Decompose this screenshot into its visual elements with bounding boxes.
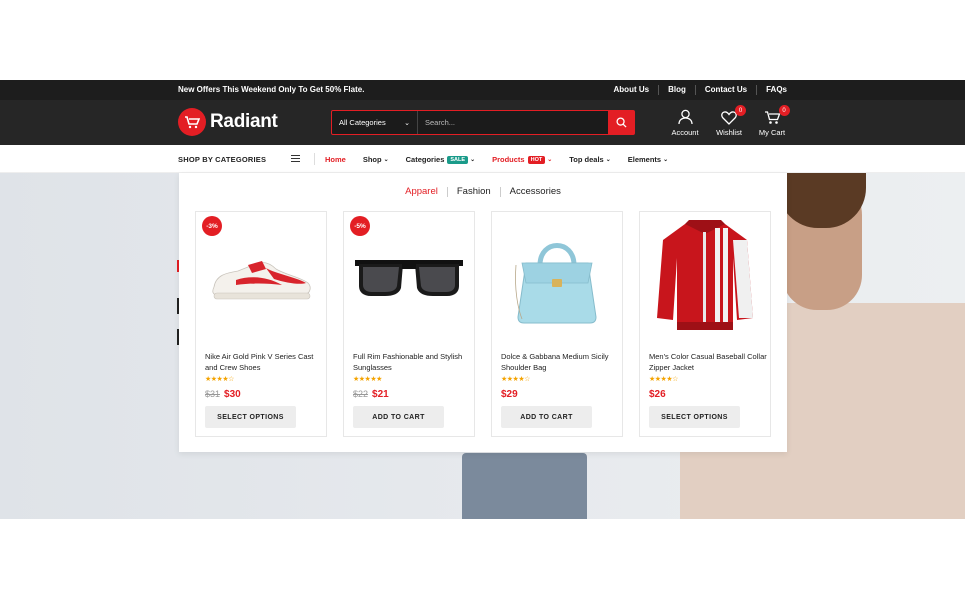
nav-item-label: Shop (362, 155, 382, 164)
heart-icon: 0 (721, 105, 746, 126)
products-mega-menu: Apparel Fashion Accessories -3% Nike Air… (179, 173, 787, 452)
search-icon (615, 117, 627, 128)
nav-item-top-deals[interactable]: Top deals ⌄ (569, 155, 610, 164)
logo-text: Radiant (210, 111, 278, 132)
chevron-down-icon: ⌄ (547, 157, 553, 163)
cart-label: My Cart (758, 128, 786, 137)
hamburger-menu-icon[interactable] (291, 155, 300, 162)
nav-item-label: Home (325, 155, 346, 164)
sale-price: $21 (372, 389, 389, 400)
product-card[interactable]: -5% Full Rim Fashionable and Stylish Sun… (343, 211, 475, 437)
product-card[interactable]: Dolce & Gabbana Medium Sicily Shoulder B… (491, 211, 623, 437)
chevron-down-icon: ⌄ (383, 157, 389, 163)
category-select-value: All Categories (339, 118, 386, 127)
product-price: $26 (649, 389, 666, 400)
product-title[interactable]: Full Rim Fashionable and Stylish Sunglas… (353, 351, 471, 373)
chevron-down-icon: ⌄ (470, 157, 476, 163)
select-options-button[interactable]: SELECT OPTIONS (205, 406, 296, 428)
sale-price: $30 (224, 389, 241, 400)
nav-item-label: Top deals (569, 155, 604, 164)
main-header: Radiant All Categories ⌄ Account 0 Wishl… (0, 100, 965, 145)
hero-model-dress (462, 453, 587, 519)
price: $29 (501, 389, 518, 400)
chevron-down-icon: ⌄ (663, 157, 669, 163)
nav-item-label: Elements (627, 155, 662, 164)
add-to-cart-button[interactable]: ADD TO CART (353, 406, 444, 428)
product-card[interactable]: -3% Nike Air Gold Pink V Series Cast and… (195, 211, 327, 437)
product-title[interactable]: Dolce & Gabbana Medium Sicily Shoulder B… (501, 351, 619, 373)
mega-menu-tabs: Apparel Fashion Accessories (179, 187, 787, 197)
top-links: About Us Blog Contact Us FAQs (605, 85, 787, 95)
wishlist-button[interactable]: 0 Wishlist (709, 105, 749, 137)
search-input[interactable] (418, 111, 608, 134)
product-image-bag[interactable] (492, 212, 622, 342)
old-price: $22 (353, 389, 369, 399)
blog-link[interactable]: Blog (659, 85, 696, 95)
offer-text: New Offers This Weekend Only To Get 50% … (178, 85, 365, 94)
account-label: Account (671, 128, 699, 137)
nav-menu: Home Shop ⌄ Categories SALE ⌄ Products HOT ⌄ … (325, 155, 685, 164)
category-select[interactable]: All Categories ⌄ (332, 111, 418, 134)
select-options-button[interactable]: SELECT OPTIONS (649, 406, 740, 428)
cart-count-badge: 0 (778, 105, 790, 116)
shop-by-categories[interactable]: SHOP BY CATEGORIES (178, 155, 266, 164)
product-card[interactable]: Men's Color Casual Baseball Collar Zippe… (639, 211, 771, 437)
nav-item-categories[interactable]: Categories SALE ⌄ (406, 155, 475, 164)
price: $26 (649, 389, 666, 400)
user-icon (677, 108, 693, 126)
contact-us-link[interactable]: Contact Us (696, 85, 758, 95)
tab-apparel[interactable]: Apparel (396, 187, 448, 197)
star-rating: ★★★★★ (353, 376, 382, 383)
add-to-cart-button[interactable]: ADD TO CART (501, 406, 592, 428)
account-button[interactable]: Account (665, 108, 705, 137)
cart-button[interactable]: 0 My Cart (752, 105, 792, 137)
faqs-link[interactable]: FAQs (757, 85, 787, 95)
star-rating: ★★★★☆ (205, 376, 234, 383)
tab-fashion[interactable]: Fashion (448, 187, 501, 197)
product-price: $29 (501, 389, 518, 400)
page: New Offers This Weekend Only To Get 50% … (0, 0, 965, 600)
old-price: $31 (205, 389, 221, 399)
chevron-down-icon: ⌄ (404, 119, 410, 127)
search-bar: All Categories ⌄ (331, 110, 635, 135)
product-price: $31 $30 (205, 389, 241, 400)
nav-item-home[interactable]: Home (325, 155, 346, 164)
star-rating: ★★★★☆ (649, 376, 678, 383)
nav-item-label: Categories (405, 155, 445, 164)
about-us-link[interactable]: About Us (605, 85, 660, 95)
nav-item-elements[interactable]: Elements ⌄ (628, 155, 668, 164)
sale-badge: SALE (447, 155, 469, 164)
discount-badge: -3% (202, 216, 222, 236)
wishlist-label: Wishlist (716, 128, 742, 137)
star-rating: ★★★★☆ (501, 376, 530, 383)
nav-divider (314, 153, 315, 165)
nav-item-shop[interactable]: Shop ⌄ (363, 155, 389, 164)
logo[interactable]: Radiant (178, 108, 278, 136)
nav-item-products[interactable]: Products HOT ⌄ (492, 155, 552, 164)
main-nav: SHOP BY CATEGORIES Home Shop ⌄ Categories… (0, 145, 965, 173)
product-title[interactable]: Men's Color Casual Baseball Collar Zippe… (649, 351, 767, 373)
product-price: $22 $21 (353, 389, 389, 400)
top-announcement-bar: New Offers This Weekend Only To Get 50% … (0, 80, 965, 100)
cart-logo-icon (178, 108, 206, 136)
search-button[interactable] (608, 111, 634, 134)
nav-item-label: Products (492, 155, 525, 164)
product-image-jacket[interactable] (640, 212, 770, 342)
tab-accessories[interactable]: Accessories (501, 187, 570, 197)
product-title[interactable]: Nike Air Gold Pink V Series Cast and Cre… (205, 351, 323, 373)
wishlist-count-badge: 0 (735, 105, 746, 116)
cart-icon: 0 (764, 105, 790, 126)
discount-badge: -5% (350, 216, 370, 236)
hot-badge: HOT (527, 155, 546, 164)
chevron-down-icon: ⌄ (605, 157, 611, 163)
